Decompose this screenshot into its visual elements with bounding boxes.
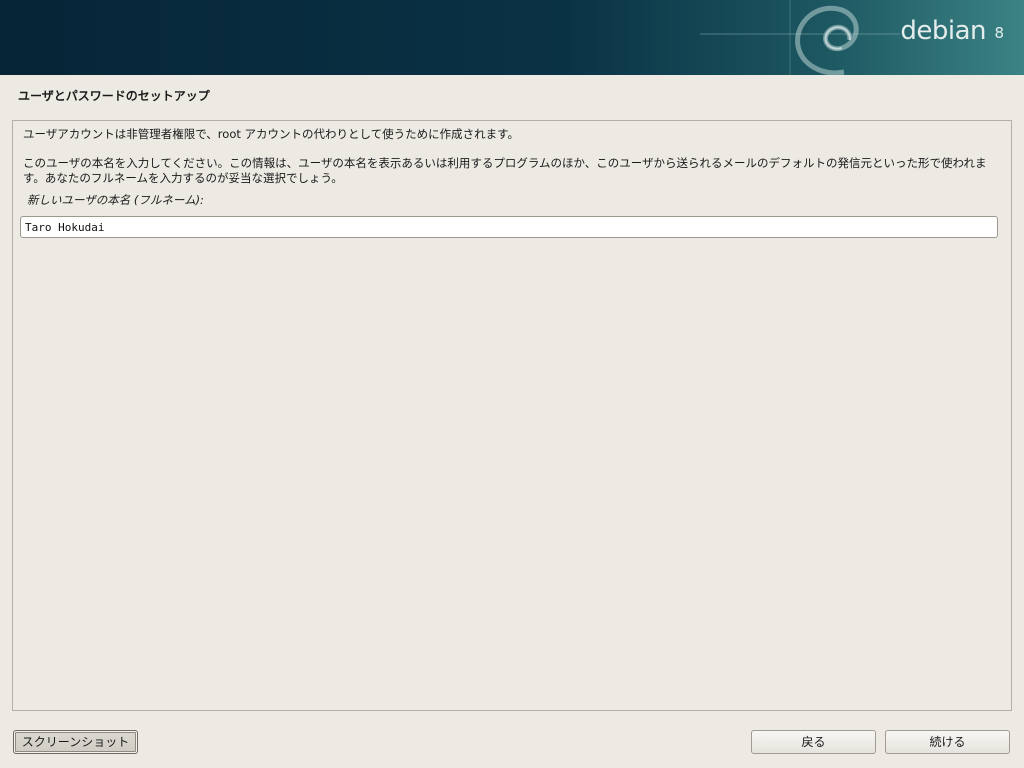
debian-banner: debian 8 (0, 0, 1024, 75)
description-paragraph-2: このユーザの本名を入力してください。この情報は、ユーザの本名を表示あるいは利用す… (23, 156, 987, 185)
page-title: ユーザとパスワードのセットアップ (18, 89, 210, 103)
fullname-input[interactable] (20, 216, 998, 238)
description-paragraph-1: ユーザアカウントは非管理者権限で、root アカウントの代わりとして使うために作… (23, 127, 520, 141)
debian-logo-version: 8 (994, 24, 1004, 42)
debian-logo-text: debian (900, 16, 986, 46)
continue-button[interactable]: 続ける (885, 730, 1010, 754)
screenshot-button[interactable]: スクリーンショット (13, 730, 138, 754)
fullname-label: 新しいユーザの本名 (フルネーム): (27, 193, 204, 207)
content-frame: ユーザアカウントは非管理者権限で、root アカウントの代わりとして使うために作… (12, 120, 1012, 711)
back-button[interactable]: 戻る (751, 730, 876, 754)
